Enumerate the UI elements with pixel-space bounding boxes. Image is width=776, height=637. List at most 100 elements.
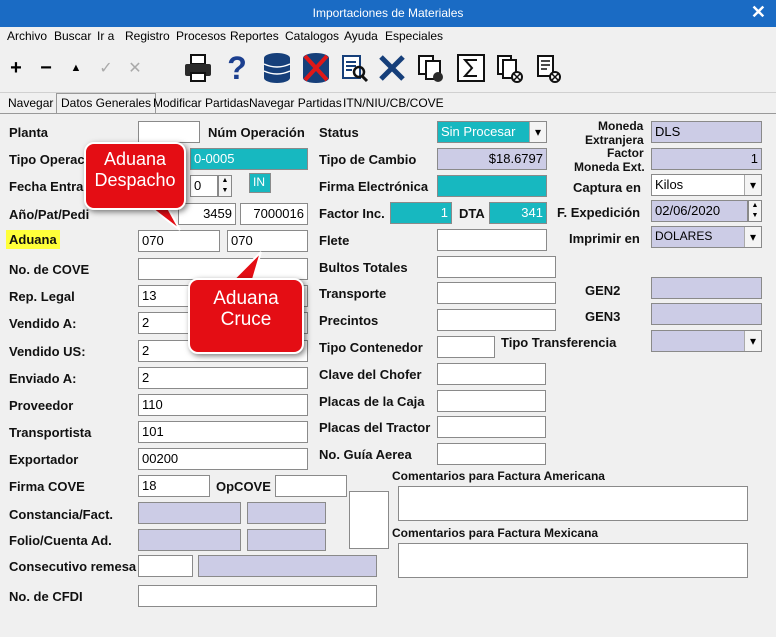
close-icon[interactable]: ✕	[751, 2, 766, 23]
f-expedicion-spinner[interactable]: ▲ ▼	[748, 200, 762, 222]
tab-itn-niu-cb-cove[interactable]: ITN/NIU/CB/COVE	[343, 96, 444, 110]
sum-icon[interactable]	[455, 52, 487, 84]
no-cfdi-label: No. de CFDI	[9, 589, 83, 604]
clave-chofer-label: Clave del Chofer	[319, 367, 422, 382]
factor-moneda-label-2: Moneda Ext.	[574, 160, 645, 174]
aduana-cruce-field[interactable]: 070	[227, 230, 308, 252]
transporte-field[interactable]	[437, 282, 556, 304]
no-guia-field[interactable]	[437, 443, 546, 465]
tipo-transferencia-select[interactable]	[651, 330, 762, 352]
no-cove-label: No. de COVE	[9, 262, 90, 277]
precintos-field[interactable]	[437, 309, 556, 331]
moneda-field: DLS	[651, 121, 762, 143]
search-document-icon[interactable]	[339, 52, 371, 84]
tipo-contenedor-field[interactable]	[437, 336, 495, 358]
comentarios-mexicana-field[interactable]	[398, 543, 748, 578]
folio-label: Folio/Cuenta Ad.	[9, 533, 112, 548]
tab-navegar-partidas[interactable]: Navegar Partidas	[249, 96, 342, 110]
close-record-icon[interactable]	[376, 52, 408, 84]
comentarios-americana-label: Comentarios para Factura Americana	[392, 469, 605, 483]
menu-catalogos[interactable]: Catalogos	[285, 29, 339, 43]
menu-ir-a[interactable]: Ir a	[97, 29, 114, 43]
firma-electronica-field	[437, 175, 547, 197]
fecha-entrada-field[interactable]: 0	[190, 175, 218, 197]
callout-cruce-line2: Cruce	[220, 309, 272, 330]
placas-caja-label: Placas de la Caja	[319, 394, 425, 409]
callout-despacho-line2: Despacho	[94, 170, 176, 190]
in-badge: IN	[249, 173, 271, 193]
tab-datos-generales[interactable]: Datos Generales	[56, 93, 157, 114]
firma-cove-field[interactable]: 18	[138, 475, 210, 497]
toolbar: + − ▲ ✓ ✕ ?	[0, 45, 776, 93]
pedimento-field[interactable]: 7000016	[240, 203, 308, 225]
fecha-entrada-label: Fecha Entra	[9, 179, 84, 194]
help-icon[interactable]: ?	[221, 50, 253, 86]
menu-registro[interactable]: Registro	[125, 29, 170, 43]
proveedor-field[interactable]: 110	[138, 394, 308, 416]
menu-archivo[interactable]: Archivo	[7, 29, 47, 43]
opcove-field[interactable]	[275, 475, 347, 497]
placas-tractor-label: Placas del Tractor	[319, 420, 431, 435]
date-spinner[interactable]: ▲ ▼	[218, 175, 232, 197]
f-expedicion-label: F. Expedición	[557, 205, 641, 220]
rep-legal-label: Rep. Legal	[9, 289, 75, 304]
f-expedicion-field[interactable]: 02/06/2020	[651, 200, 748, 222]
status-label: Status	[319, 125, 359, 140]
precintos-label: Precintos	[319, 313, 379, 328]
cancel-icon[interactable]: ✕	[119, 52, 151, 84]
menu-especiales[interactable]: Especiales	[385, 29, 443, 43]
planta-field[interactable]	[138, 121, 200, 143]
document-delete-icon[interactable]	[533, 52, 565, 84]
proveedor-label: Proveedor	[9, 398, 74, 413]
placas-caja-field[interactable]	[437, 390, 546, 412]
enviado-a-field[interactable]: 2	[138, 367, 308, 389]
vendido-a-label: Vendido A:	[9, 316, 77, 331]
bultos-field[interactable]	[437, 256, 556, 278]
anio-pat-ped-label: Año/Pat/Pedi	[9, 207, 90, 222]
captura-en-select[interactable]: Kilos	[651, 174, 762, 196]
tipo-operacion-field[interactable]: 0-0005	[190, 148, 308, 170]
move-up-icon[interactable]: ▲	[60, 52, 92, 84]
firma-cove-label: Firma COVE	[9, 479, 85, 494]
delete-database-icon[interactable]	[300, 52, 332, 84]
tab-navegar[interactable]: Navegar	[8, 96, 53, 110]
consecutivo-field[interactable]	[138, 555, 193, 577]
printer-icon[interactable]	[182, 52, 214, 84]
factor-inc-field[interactable]: 1	[390, 202, 452, 224]
database-icon[interactable]	[261, 52, 293, 84]
menu-ayuda[interactable]: Ayuda	[344, 29, 378, 43]
gen3-label: GEN3	[585, 309, 621, 324]
flete-field[interactable]	[437, 229, 547, 251]
placas-tractor-field[interactable]	[437, 416, 546, 438]
tipo-transferencia-label: Tipo Transferencia	[501, 335, 617, 350]
menu-procesos[interactable]: Procesos	[176, 29, 226, 43]
image-box[interactable]	[349, 491, 389, 549]
imprimir-en-select[interactable]: DOLARES	[651, 226, 762, 248]
confirm-icon[interactable]: ✓	[90, 52, 122, 84]
vendido-us-label: Vendido US:	[9, 344, 86, 359]
tab-modificar-partidas[interactable]: Modificar Partidas	[153, 96, 249, 110]
comentarios-mexicana-label: Comentarios para Factura Mexicana	[392, 526, 599, 540]
status-select[interactable]: Sin Procesar	[437, 121, 547, 143]
exportador-field[interactable]: 00200	[138, 448, 308, 470]
dta-field[interactable]: 341	[489, 202, 547, 224]
menu-reportes[interactable]: Reportes	[230, 29, 279, 43]
menu-buscar[interactable]: Buscar	[54, 29, 91, 43]
clave-chofer-field[interactable]	[437, 363, 546, 385]
no-cfdi-field[interactable]	[138, 585, 377, 607]
comentarios-americana-field[interactable]	[398, 486, 748, 521]
no-guia-label: No. Guía Aerea	[319, 447, 412, 462]
factor-moneda-label-1: Factor	[607, 146, 644, 160]
tipo-operacion-label: Tipo Operac	[9, 152, 85, 167]
copy-documents-icon[interactable]	[415, 52, 447, 84]
add-icon[interactable]: +	[0, 52, 32, 84]
remove-icon[interactable]: −	[30, 52, 62, 84]
callout-aduana-despacho: Aduana Despacho	[84, 142, 186, 210]
callout-cruce-line1: Aduana	[213, 288, 279, 309]
transportista-field[interactable]: 101	[138, 421, 308, 443]
num-operacion-label: Núm Operación	[208, 125, 305, 140]
factor-moneda-field: 1	[651, 148, 762, 170]
consecutivo-label: Consecutivo remesa	[9, 559, 137, 574]
documents-delete-icon[interactable]	[494, 52, 526, 84]
window-title: Importaciones de Materiales	[312, 6, 464, 20]
